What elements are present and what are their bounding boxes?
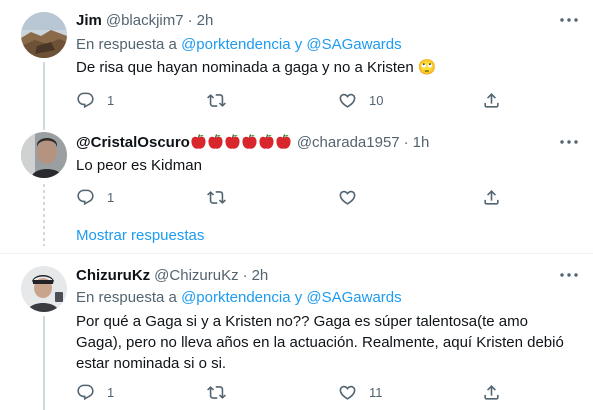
- action-bar: 1: [76, 187, 516, 207]
- reply-prefix: En respuesta a: [76, 289, 177, 306]
- share-button[interactable]: [482, 90, 501, 110]
- action-bar: 1 10: [76, 90, 516, 110]
- tweet-header: ChizuruKz @ChizuruKz · 2h: [76, 265, 268, 285]
- thread-line: [43, 126, 45, 130]
- display-name[interactable]: Jim: [76, 12, 102, 29]
- reply-context: En respuesta a @porktendencia y @SAGawar…: [76, 289, 402, 306]
- avatar[interactable]: [21, 132, 67, 178]
- like-count: 10: [369, 92, 384, 108]
- heart-icon: [338, 91, 357, 110]
- apple-icon: [259, 134, 274, 150]
- reply-icon: [76, 91, 95, 110]
- share-icon: [482, 383, 501, 402]
- retweet-icon: [207, 383, 226, 402]
- name-emoji-apples: [191, 134, 293, 150]
- more-icon[interactable]: [559, 265, 579, 285]
- reply-count: 1: [107, 189, 115, 205]
- handle[interactable]: @blackjim7: [106, 12, 184, 29]
- tweet-header: @CristalOscuro @charada1957 · 1h: [76, 132, 429, 152]
- apple-icon: [276, 134, 291, 150]
- reply-count: 1: [107, 384, 115, 400]
- like-button[interactable]: 10: [338, 90, 383, 110]
- handle[interactable]: @ChizuruKz: [154, 267, 238, 284]
- retweet-button[interactable]: [207, 187, 238, 207]
- reply-button[interactable]: 1: [76, 187, 114, 207]
- like-button[interactable]: [338, 187, 369, 207]
- retweet-button[interactable]: [207, 90, 238, 110]
- mention-link[interactable]: @SAGawards: [306, 289, 401, 306]
- display-name[interactable]: ChizuruKz: [76, 267, 150, 284]
- display-name[interactable]: @CristalOscuro: [76, 134, 190, 151]
- thread-connector: [43, 184, 45, 246]
- tweet-jim[interactable]: Jim @blackjim7 · 2h En respuesta a @pork…: [0, 0, 593, 126]
- reply-conjunction: y: [294, 289, 303, 306]
- apple-icon: [208, 134, 223, 150]
- reply-conjunction: y: [294, 36, 303, 53]
- heart-icon: [338, 188, 357, 207]
- apple-icon: [242, 134, 257, 150]
- avatar[interactable]: [21, 12, 67, 58]
- share-icon: [482, 91, 501, 110]
- more-icon[interactable]: [559, 132, 579, 152]
- more-icon[interactable]: [559, 10, 579, 30]
- heart-icon: [338, 383, 357, 402]
- reply-button[interactable]: 1: [76, 382, 114, 402]
- apple-icon: [225, 134, 240, 150]
- mention-link[interactable]: @porktendencia: [181, 36, 290, 53]
- reply-icon: [76, 188, 95, 207]
- share-icon: [482, 188, 501, 207]
- tweet-chizuru[interactable]: ChizuruKz @ChizuruKz · 2h En respuesta a…: [0, 254, 593, 410]
- tweet-text: De risa que hayan nominada a gaga y no a…: [76, 59, 437, 76]
- separator: ·: [242, 266, 248, 284]
- reply-button[interactable]: 1: [76, 90, 114, 110]
- reply-icon: [76, 383, 95, 402]
- timestamp[interactable]: 1h: [413, 134, 430, 151]
- action-bar: 1 11: [76, 382, 516, 402]
- separator: ·: [403, 133, 409, 151]
- show-replies-link[interactable]: Mostrar respuestas: [76, 227, 204, 244]
- share-button[interactable]: [482, 187, 501, 207]
- retweet-icon: [207, 91, 226, 110]
- apple-icon: [191, 134, 206, 150]
- tweet-header: Jim @blackjim7 · 2h: [76, 10, 213, 30]
- tweet-text: Por qué a Gaga si y a Kristen no?? Gaga …: [76, 313, 564, 372]
- like-button[interactable]: 11: [338, 382, 383, 402]
- avatar[interactable]: [21, 266, 67, 312]
- reply-count: 1: [107, 92, 115, 108]
- timestamp[interactable]: 2h: [197, 12, 214, 29]
- retweet-icon: [207, 188, 226, 207]
- retweet-button[interactable]: [207, 382, 238, 402]
- reply-prefix: En respuesta a: [76, 36, 177, 53]
- reply-context: En respuesta a @porktendencia y @SAGawar…: [76, 36, 402, 53]
- thread-line: [43, 62, 45, 126]
- timestamp[interactable]: 2h: [252, 267, 269, 284]
- separator: ·: [187, 11, 193, 29]
- mention-link[interactable]: @porktendencia: [181, 289, 290, 306]
- like-count: 11: [369, 384, 383, 400]
- tweet-cristal[interactable]: @CristalOscuro @charada1957 · 1h Lo peor…: [0, 126, 593, 253]
- share-button[interactable]: [482, 382, 501, 402]
- mention-link[interactable]: @SAGawards: [306, 36, 401, 53]
- tweet-text: Lo peor es Kidman: [76, 157, 202, 174]
- handle[interactable]: @charada1957: [297, 134, 400, 151]
- thread-line: [43, 316, 45, 410]
